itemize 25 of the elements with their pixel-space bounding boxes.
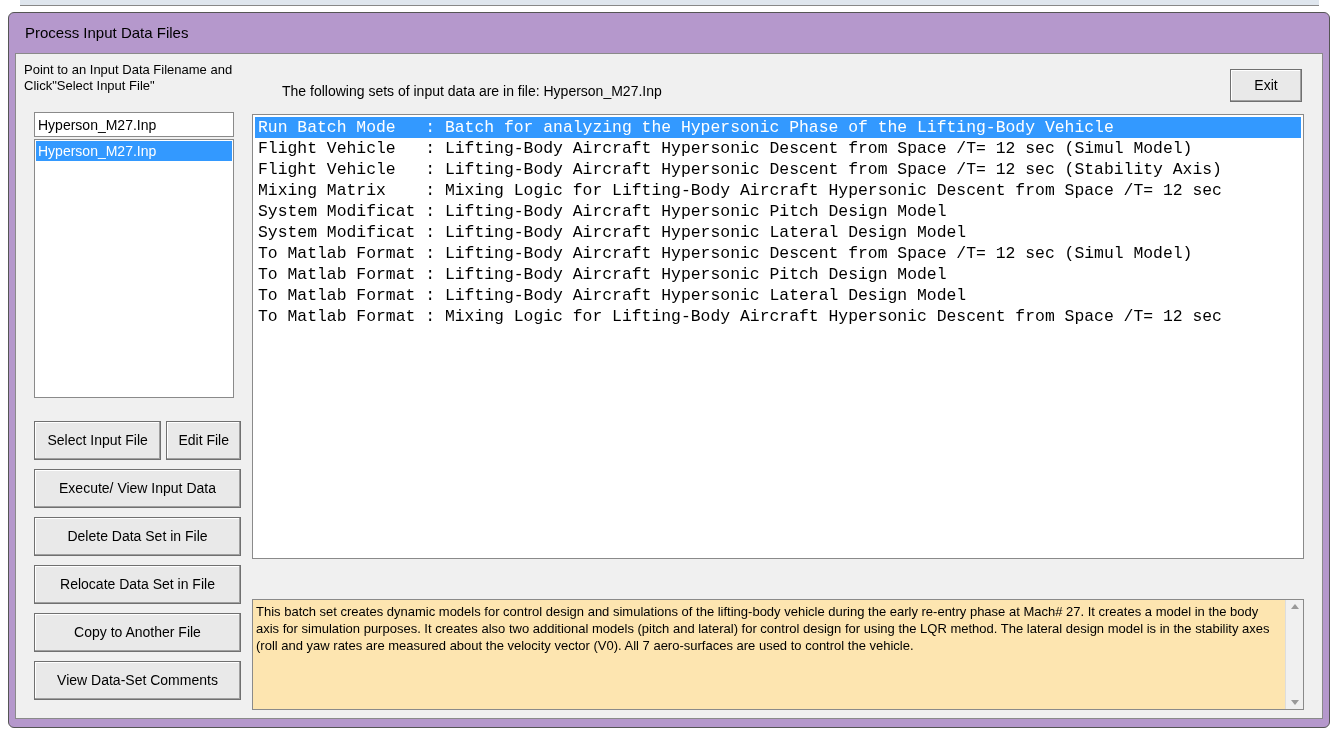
scroll-up-icon[interactable] — [1290, 604, 1299, 609]
data-set-row[interactable]: Flight Vehicle : Lifting-Body Aircraft Hypersonic Descent from Space /T= 12 sec (Stability Axis) — [255, 159, 1301, 180]
data-set-row[interactable]: Flight Vehicle : Lifting-Body Aircraft Hypersonic Descent from Space /T= 12 sec (Simul Model) — [255, 138, 1301, 159]
instruction-text: Point to an Input Data Filename and Click"Select Input File" — [24, 62, 234, 95]
comments-text: This batch set creates dynamic models for control design and simulations of the lifting-body vehicle during the early re-entry phase at Mach# 27. It creates a model in the body axis for simulation purposes. It creates also two additional models (pitch and lateral) for control design for using the LQR method. The lateral design model is in the stability axes (roll and yaw rates are measured about the velocity vector (V0). All 7 aero-surfaces are used to control the vehicle. — [255, 603, 1271, 655]
action-button[interactable]: View Data-Set Comments — [34, 661, 241, 700]
action-button[interactable]: Delete Data Set in File — [34, 517, 241, 556]
data-set-row[interactable]: To Matlab Format : Lifting-Body Aircraft Hypersonic Lateral Design Model — [255, 285, 1301, 306]
data-set-row[interactable]: To Matlab Format : Lifting-Body Aircraft Hypersonic Descent from Space /T= 12 sec (Simul Model) — [255, 243, 1301, 264]
action-button[interactable]: Relocate Data Set in File — [34, 565, 241, 604]
data-set-row[interactable]: Mixing Matrix : Mixing Logic for Lifting-Body Aircraft Hypersonic Descent from Space /T= 12 sec — [255, 180, 1301, 201]
filename-field[interactable]: Hyperson_M27.Inp — [34, 112, 234, 137]
data-set-row[interactable]: System Modificat : Lifting-Body Aircraft Hypersonic Lateral Design Model — [255, 222, 1301, 243]
scroll-down-icon[interactable] — [1290, 700, 1299, 705]
data-set-row[interactable]: To Matlab Format : Lifting-Body Aircraft Hypersonic Pitch Design Model — [255, 264, 1301, 285]
data-set-row[interactable]: System Modificat : Lifting-Body Aircraft Hypersonic Pitch Design Model — [255, 201, 1301, 222]
window-title: Process Input Data Files — [25, 22, 189, 43]
action-button[interactable]: Select Input File — [34, 421, 162, 460]
exit-button[interactable]: Exit — [1230, 69, 1302, 102]
scrollbar[interactable] — [1285, 600, 1303, 709]
data-sets-heading: The following sets of input data are in file: Hyperson_M27.Inp — [282, 82, 662, 101]
action-button[interactable]: Copy to Another File — [34, 613, 241, 652]
action-button[interactable]: Execute/ View Input Data — [34, 469, 241, 508]
action-button[interactable]: Edit File — [166, 421, 241, 460]
data-set-row[interactable]: To Matlab Format : Mixing Logic for Lifting-Body Aircraft Hypersonic Descent from Space /T= 12 sec — [255, 306, 1301, 327]
